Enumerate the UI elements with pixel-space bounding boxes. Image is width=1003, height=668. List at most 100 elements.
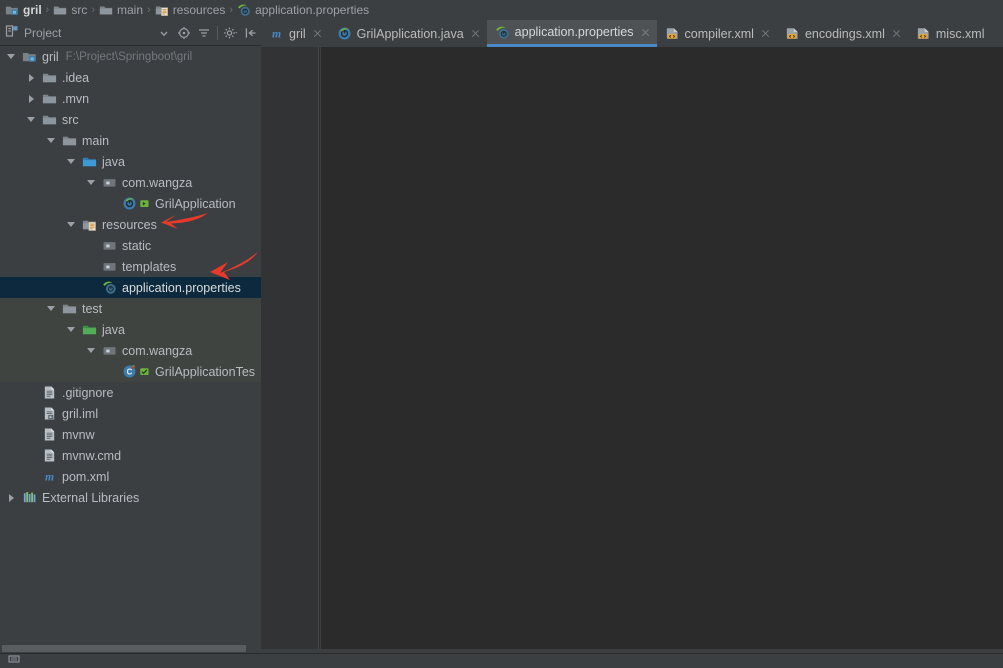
tree-row-label: java: [102, 322, 125, 337]
editor-tab-encodings-xml[interactable]: encodings.xml: [776, 20, 908, 47]
tree-row[interactable]: src: [0, 109, 261, 130]
breadcrumb-item-src[interactable]: src: [52, 0, 88, 20]
tree-row-label: pom.xml: [62, 469, 110, 484]
breadcrumb-item-main[interactable]: main: [98, 0, 144, 20]
close-icon[interactable]: [891, 28, 902, 39]
editor-tab-label: GrilApplication.java: [356, 26, 464, 41]
test-root-icon: [82, 322, 97, 337]
tree-row-label: GrilApplication: [155, 196, 236, 211]
tree-row[interactable]: resources: [0, 214, 261, 235]
tree-row[interactable]: static: [0, 235, 261, 256]
tree-row[interactable]: templates: [0, 256, 261, 277]
tree-row[interactable]: mvnw.cmd: [0, 445, 261, 466]
editor-gutter[interactable]: [261, 47, 319, 649]
libraries-icon: [22, 490, 37, 505]
tree-row[interactable]: GrilApplication: [0, 193, 261, 214]
chevron-down-icon[interactable]: [66, 156, 77, 167]
tree-row[interactable]: .gitignore: [0, 382, 261, 403]
editor-tab-compiler-xml[interactable]: compiler.xml: [656, 20, 777, 47]
tree-row-label: static: [122, 238, 152, 253]
chevron-down-icon[interactable]: [66, 324, 77, 335]
status-bar-icon[interactable]: [8, 654, 20, 668]
tree-row-label: application.properties: [122, 280, 241, 295]
breadcrumb-item-resources[interactable]: resources: [154, 0, 227, 20]
tree-row[interactable]: java: [0, 151, 261, 172]
intellij-idea-window: gril › src › main › resources › application.prop…: [0, 0, 1003, 663]
editor-area[interactable]: [261, 47, 1003, 649]
chevron-down-icon[interactable]: [154, 23, 173, 43]
tree-row-label: com.wangza: [122, 175, 193, 190]
editor-tab-gril[interactable]: m gril: [261, 20, 329, 47]
breadcrumb-item-gril[interactable]: gril: [4, 0, 43, 20]
project-panel-title: Project: [24, 25, 62, 40]
scrollbar-thumb[interactable]: [2, 645, 246, 652]
target-icon[interactable]: [174, 23, 193, 43]
text-file-icon: [42, 448, 57, 463]
tree-row[interactable]: application.properties: [0, 277, 261, 298]
xml-icon: [665, 26, 680, 41]
tree-row[interactable]: .mvn: [0, 88, 261, 109]
chevron-right-icon[interactable]: [6, 492, 17, 503]
tree-row-label: resources: [102, 217, 157, 232]
tree-row[interactable]: main: [0, 130, 261, 151]
chevron-down-icon[interactable]: [86, 345, 97, 356]
tree-horizontal-scrollbar[interactable]: [0, 643, 261, 653]
editor-content[interactable]: [321, 47, 1003, 649]
project-module-icon: [5, 3, 19, 17]
folder-icon: [42, 91, 57, 106]
breadcrumb-item-application-properties[interactable]: application.properties: [236, 0, 370, 20]
tree-row-label: .gitignore: [62, 385, 114, 400]
toolbar-divider: [217, 25, 218, 40]
folder-icon: [42, 112, 57, 127]
tree-row[interactable]: C GrilApplicationTes: [0, 361, 261, 382]
tree-row-label: mvnw: [62, 427, 95, 442]
tree-row[interactable]: .idea: [0, 67, 261, 88]
chevron-right-icon[interactable]: [26, 93, 37, 104]
chevron-down-icon[interactable]: [66, 219, 77, 230]
tree-row-label: GrilApplicationTes: [155, 364, 256, 379]
tree-row-label: com.wangza: [122, 343, 193, 358]
editor-tab-misc-xml[interactable]: misc.xml: [907, 20, 991, 47]
tree-row-label: src: [62, 112, 79, 127]
package-icon: [102, 343, 117, 358]
breadcrumb-separator: ›: [229, 3, 234, 16]
tree-row[interactable]: java: [0, 319, 261, 340]
close-icon[interactable]: [640, 27, 651, 38]
breadcrumb-item-label: src: [71, 3, 88, 17]
breadcrumb-separator: ›: [91, 3, 96, 16]
tree-row[interactable]: test: [0, 298, 261, 319]
chevron-down-icon[interactable]: [86, 177, 97, 188]
editor-tab-label: gril: [289, 26, 306, 41]
chevron-down-icon[interactable]: [26, 114, 37, 125]
xml-icon: [916, 26, 931, 41]
tree-row-label: test: [82, 301, 103, 316]
editor-tab-grilapplication-java[interactable]: GrilApplication.java: [328, 20, 487, 47]
editor-tab-label: misc.xml: [935, 26, 985, 41]
tree-row[interactable]: m pom.xml: [0, 466, 261, 487]
chevron-down-icon[interactable]: [46, 303, 57, 314]
svg-text:m: m: [45, 470, 54, 483]
tree-row-label: gril: [42, 49, 59, 64]
chevron-down-icon[interactable]: [6, 51, 17, 62]
tree-row[interactable]: External Libraries: [0, 487, 261, 508]
close-icon[interactable]: [470, 28, 481, 39]
gear-icon[interactable]: [221, 23, 240, 43]
tree-row[interactable]: gril.iml: [0, 403, 261, 424]
tree-row[interactable]: com.wangza: [0, 172, 261, 193]
tree-row[interactable]: mvnw: [0, 424, 261, 445]
project-tree-panel[interactable]: gril F:\Project\Springboot\gril .idea .mvn s…: [0, 46, 261, 649]
tree-row[interactable]: gril F:\Project\Springboot\gril: [0, 46, 261, 67]
folder-icon: [99, 3, 113, 17]
hide-panel-icon[interactable]: [241, 23, 260, 43]
editor-tab-application-properties[interactable]: application.properties: [486, 20, 657, 47]
breadcrumb: gril › src › main › resources › application.prop…: [0, 0, 1003, 20]
chevron-right-icon[interactable]: [26, 72, 37, 83]
tree-row[interactable]: com.wangza: [0, 340, 261, 361]
collapse-all-icon[interactable]: [194, 23, 213, 43]
tree-row-label: templates: [122, 259, 177, 274]
chevron-down-icon[interactable]: [46, 135, 57, 146]
svg-text:C: C: [127, 368, 133, 377]
maven-icon: m: [42, 469, 57, 484]
close-icon[interactable]: [760, 28, 771, 39]
close-icon[interactable]: [312, 28, 323, 39]
